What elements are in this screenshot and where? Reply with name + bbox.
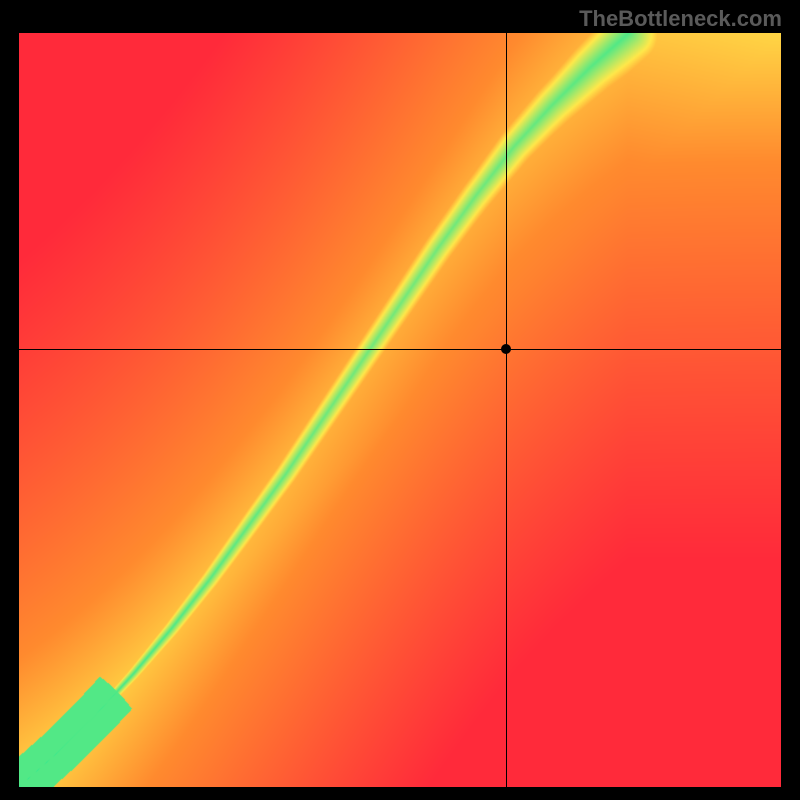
crosshair-vertical xyxy=(506,33,507,787)
crosshair-horizontal xyxy=(19,349,781,350)
heatmap-canvas xyxy=(19,33,781,787)
watermark-text: TheBottleneck.com xyxy=(579,6,782,32)
chart-frame: TheBottleneck.com xyxy=(0,0,800,800)
heatmap-plot xyxy=(19,33,781,787)
